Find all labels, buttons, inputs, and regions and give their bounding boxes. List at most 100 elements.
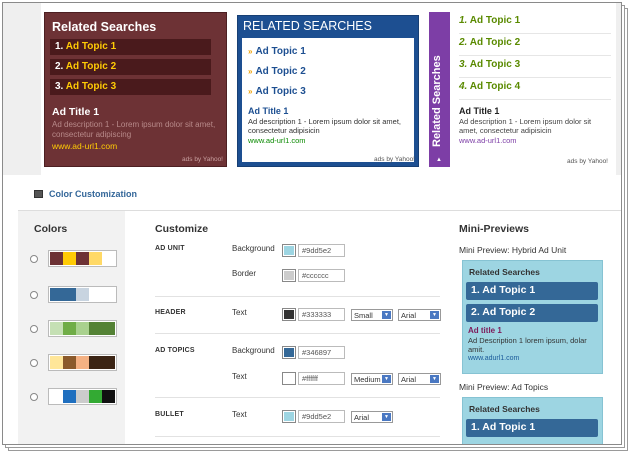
- color-customization-label: Color Customization: [49, 189, 137, 199]
- ad-topics-size-select[interactable]: Medium ▼: [351, 373, 393, 385]
- ad-topic-link[interactable]: 3. Ad Topic 3: [50, 79, 211, 95]
- ad-topic-link[interactable]: 2. Ad Topic 2: [50, 59, 211, 75]
- palette-swatch: [50, 322, 63, 335]
- hybrid-preview: Related Searches 1. Ad Topic 1 2. Ad Top…: [462, 260, 603, 374]
- ad-topic-link[interactable]: » Ad Topic 1: [242, 42, 414, 62]
- ad-topics-text-input[interactable]: #ffffff: [298, 372, 345, 385]
- section-ad-unit: AD UNIT: [155, 245, 185, 252]
- ad-topic-link[interactable]: 4. Ad Topic 4: [459, 78, 611, 100]
- header-size-select[interactable]: Small ▼: [351, 309, 393, 321]
- divider: [155, 397, 440, 398]
- palette-swatches[interactable]: [48, 388, 117, 405]
- palette-option[interactable]: [30, 388, 117, 405]
- palette-swatches[interactable]: [48, 250, 117, 267]
- colors-title: Colors: [34, 223, 68, 235]
- header-text-input[interactable]: #333333: [298, 308, 345, 321]
- preview-topic-label: Ad Topic 2: [482, 306, 536, 318]
- ad-topics-background-label: Background: [232, 346, 275, 355]
- bullet-arrow-icon: »: [248, 47, 253, 56]
- ad-topics-font-select[interactable]: Arial ▼: [398, 373, 441, 385]
- section-bullet: BULLET: [155, 411, 184, 418]
- preview-ad-url: www.adurl1.com: [468, 355, 520, 362]
- ad-topic-label: Ad Topic 2: [255, 66, 306, 77]
- divider: [155, 296, 440, 297]
- preview-topic-label: Ad Topic 1: [482, 421, 536, 433]
- topics-preview-caption: Mini Preview: Ad Topics: [459, 382, 549, 392]
- color-customization-toggle[interactable]: Color Customization: [34, 189, 137, 199]
- ad-unit-background-input[interactable]: #9dd5e2: [298, 244, 345, 257]
- ad-topics-font-value: Arial: [401, 375, 417, 384]
- ad-preview-purple[interactable]: Related Searches ▲ 1. Ad Topic 1 2. Ad T…: [429, 12, 611, 167]
- chevron-down-icon: ▼: [430, 311, 439, 319]
- ad-topic-link[interactable]: 1. Ad Topic 1: [459, 12, 611, 34]
- topics-preview: Related Searches 1. Ad Topic 1: [462, 397, 603, 444]
- vertical-heading-bar: Related Searches ▲: [429, 12, 450, 167]
- ad-topic-label: Ad Topic 2: [65, 61, 117, 72]
- ad-unit-border-swatch[interactable]: [282, 269, 296, 282]
- palette-icon: [34, 190, 43, 198]
- palette-radio[interactable]: [30, 290, 38, 299]
- ad-url[interactable]: www.ad-url1.com: [52, 141, 226, 151]
- palette-swatch: [76, 252, 89, 265]
- palette-swatches[interactable]: [48, 354, 117, 371]
- ad-topic-link[interactable]: » Ad Topic 2: [242, 62, 414, 82]
- palette-swatch: [76, 322, 89, 335]
- bullet-text-swatch[interactable]: [282, 410, 296, 423]
- palette-swatch: [63, 322, 76, 335]
- palette-radio[interactable]: [30, 254, 38, 263]
- collapse-arrow-icon[interactable]: ▲: [436, 157, 442, 163]
- ad-title[interactable]: Ad Title 1: [459, 106, 611, 116]
- ads-by-yahoo: ads by Yahoo!: [374, 156, 415, 163]
- header-font-select[interactable]: Arial ▼: [398, 309, 441, 321]
- ad-topic-link[interactable]: 3. Ad Topic 3: [459, 56, 611, 78]
- ad-unit-background-swatch[interactable]: [282, 244, 296, 257]
- header-text-swatch[interactable]: [282, 308, 296, 321]
- palette-swatch: [89, 322, 102, 335]
- ad-topic-link[interactable]: 1. Ad Topic 1: [50, 39, 211, 55]
- palette-radio[interactable]: [30, 358, 38, 367]
- ad-unit-border-label: Border: [232, 269, 257, 278]
- ad-topics-text-swatch[interactable]: [282, 372, 296, 385]
- ad-topic-link[interactable]: 2. Ad Topic 2: [459, 34, 611, 56]
- ad-topics-background-swatch[interactable]: [282, 346, 296, 359]
- ad-topic-number: 2.: [459, 37, 468, 48]
- palette-swatches[interactable]: [48, 286, 117, 303]
- palette-swatch: [102, 252, 115, 265]
- palette-option[interactable]: [30, 286, 117, 303]
- ad-unit-border-input[interactable]: #cccccc: [298, 269, 345, 282]
- header-size-value: Small: [354, 311, 373, 320]
- preview-topic-number: 1.: [471, 421, 480, 433]
- preview-ad: Ad title 1 Ad Description 1 lorem ipsum,…: [468, 326, 602, 362]
- bullet-arrow-icon: »: [248, 67, 253, 76]
- palette-radio[interactable]: [30, 392, 38, 401]
- preview-topic-number: 1.: [471, 284, 480, 296]
- ads-by-yahoo: ads by Yahoo!: [567, 158, 608, 165]
- palette-swatch: [76, 356, 89, 369]
- ad-preview-maroon[interactable]: Related Searches 1. Ad Topic 1 2. Ad Top…: [44, 12, 227, 167]
- bullet-font-select[interactable]: Arial ▼: [351, 411, 393, 423]
- palette-option[interactable]: [30, 320, 117, 337]
- palette-option[interactable]: [30, 250, 117, 267]
- ad-url[interactable]: www.ad-url1.com: [459, 136, 611, 145]
- palette-radio[interactable]: [30, 324, 38, 333]
- ad-topic-label: Ad Topic 3: [255, 86, 306, 97]
- ad-topic-number: 1.: [459, 15, 468, 26]
- palette-swatches[interactable]: [48, 320, 117, 337]
- ad-topic-number: 3.: [55, 81, 64, 92]
- ad-topics-background-input[interactable]: #346897: [298, 346, 345, 359]
- palette-swatch: [76, 390, 89, 403]
- header-font-value: Arial: [401, 311, 417, 320]
- palette-swatch: [102, 356, 115, 369]
- ad-title[interactable]: Ad Title 1: [248, 106, 414, 116]
- section-ad-topics: AD TOPICS: [155, 347, 195, 354]
- preview-ad-title: Ad title 1: [468, 326, 502, 335]
- customize-panel: Customize AD UNIT Background #9dd5e2 Bor…: [125, 210, 443, 444]
- ad-preview-blue[interactable]: RELATED SEARCHES » Ad Topic 1 » Ad Topic 2…: [237, 15, 419, 167]
- ad-title[interactable]: Ad Title 1: [52, 106, 226, 118]
- bullet-text-input[interactable]: #9dd5e2: [298, 410, 345, 423]
- ad-topic-number: 4.: [459, 81, 468, 92]
- preview-topic: 1. Ad Topic 1: [466, 419, 598, 437]
- ad-topic-link[interactable]: » Ad Topic 3: [242, 82, 414, 102]
- palette-option[interactable]: [30, 354, 117, 371]
- ad-url[interactable]: www.ad-url1.com: [248, 136, 414, 145]
